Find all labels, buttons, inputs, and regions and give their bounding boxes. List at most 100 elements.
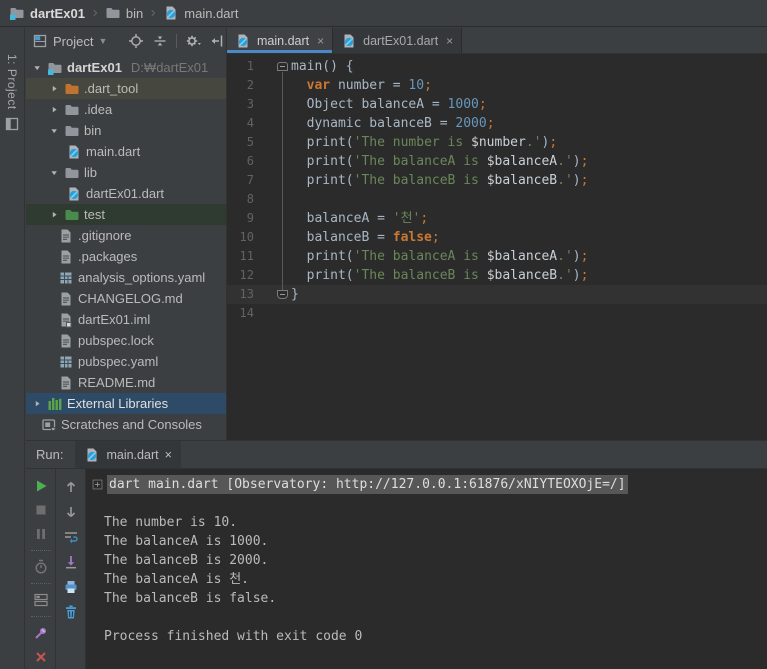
tree-item-label: dartEx01.dart bbox=[86, 186, 165, 201]
down-icon[interactable] bbox=[63, 504, 79, 520]
tree-item-.packages[interactable]: .packages bbox=[26, 246, 226, 267]
tree-item-label: .idea bbox=[84, 102, 113, 117]
console-line: The balanceA is 1000. bbox=[104, 534, 269, 549]
code-editor[interactable]: 1 main() {2 var number = 10; 3 Object bala… bbox=[227, 54, 767, 323]
code-line-9: 9 balanceA = '천'; bbox=[227, 209, 767, 228]
console-line: The number is 10. bbox=[104, 515, 238, 530]
breadcrumb-label: bin bbox=[125, 5, 144, 21]
clear-icon[interactable] bbox=[63, 604, 79, 620]
softwrap-icon[interactable] bbox=[63, 529, 79, 545]
tree-item-main.dart[interactable]: main.dart bbox=[26, 141, 226, 162]
tree-item-CHANGELOG.md[interactable]: CHANGELOG.md bbox=[26, 288, 226, 309]
fold-gutter bbox=[267, 304, 283, 323]
dart-icon bbox=[66, 186, 82, 202]
collapse-arrow-icon[interactable] bbox=[49, 81, 60, 97]
tab-close-icon[interactable]: × bbox=[317, 34, 324, 48]
collapse-arrow-icon[interactable] bbox=[49, 207, 60, 223]
fold-gutter bbox=[267, 209, 283, 228]
tree-item-label: test bbox=[84, 207, 105, 222]
timer-icon[interactable] bbox=[33, 559, 49, 575]
editor-area: main.dart × dartEx01.dart × 1 main() {2 var … bbox=[227, 28, 767, 440]
up-icon[interactable] bbox=[63, 479, 79, 495]
project-view-selector[interactable]: Project bbox=[53, 34, 93, 49]
console-line: Process finished with exit code 0 bbox=[104, 629, 363, 644]
expand-arrow-icon[interactable] bbox=[49, 165, 60, 181]
project-toolwindow-label: 1: Project bbox=[5, 54, 19, 110]
breadcrumb-main.dart[interactable]: main.dart bbox=[161, 3, 240, 23]
line-number: 10 bbox=[239, 230, 254, 244]
tree-item-dartEx01.dart[interactable]: dartEx01.dart bbox=[26, 183, 226, 204]
fold-start-icon[interactable] bbox=[277, 62, 288, 71]
breadcrumb-chevron-icon bbox=[145, 5, 161, 21]
editor-tab-label: main.dart bbox=[257, 33, 310, 48]
tree-item-README.md[interactable]: README.md bbox=[26, 372, 226, 393]
fold-expand-icon[interactable] bbox=[92, 479, 103, 490]
tab-close-icon[interactable]: × bbox=[446, 34, 453, 48]
rerun-icon[interactable] bbox=[33, 478, 49, 494]
layout-icon[interactable] bbox=[33, 592, 49, 608]
collapse-arrow-icon[interactable] bbox=[49, 102, 60, 118]
run-body: dart main.dart [Observatory: http://127.… bbox=[26, 468, 767, 669]
collapse-all-icon[interactable] bbox=[152, 33, 168, 49]
project-folder-icon bbox=[47, 60, 63, 76]
scratches-icon bbox=[41, 417, 57, 433]
run-tab-close-icon[interactable]: × bbox=[165, 448, 172, 462]
tree-item-ExternalLibraries[interactable]: External Libraries bbox=[26, 393, 226, 414]
chevron-down-icon[interactable]: ▼ bbox=[98, 36, 107, 46]
tree-item-analysis_options.yaml[interactable]: analysis_options.yaml bbox=[26, 267, 226, 288]
scroll-end-icon[interactable] bbox=[63, 554, 79, 570]
tree-item-path: D:₩dartEx01 bbox=[130, 60, 209, 75]
folder-icon bbox=[64, 165, 80, 181]
navigation-bar: dartEx01 bin main.dart bbox=[0, 0, 767, 27]
tree-item-bin[interactable]: bin bbox=[26, 120, 226, 141]
print-icon[interactable] bbox=[63, 579, 79, 595]
project-folder-icon bbox=[9, 5, 25, 21]
breadcrumb-dartEx01[interactable]: dartEx01 bbox=[7, 3, 87, 23]
fold-end-icon[interactable] bbox=[277, 290, 288, 299]
tree-item-label: dartEx01.iml bbox=[78, 312, 151, 327]
locate-icon[interactable] bbox=[128, 33, 144, 49]
tree-item-label: main.dart bbox=[86, 144, 141, 159]
project-panel-toolbar bbox=[128, 33, 225, 49]
editor-tab-dartEx01.dart[interactable]: dartEx01.dart × bbox=[333, 28, 463, 53]
tree-item-dartEx01.iml[interactable]: dartEx01.iml bbox=[26, 309, 226, 330]
tree-item-ScratchesandConsoles[interactable]: Scratches and Consoles bbox=[26, 414, 226, 435]
stop-icon[interactable] bbox=[33, 502, 49, 518]
gear-icon[interactable] bbox=[185, 33, 202, 49]
run-tab-main-dart[interactable]: main.dart × bbox=[75, 441, 181, 468]
toolbar-separator bbox=[30, 550, 51, 551]
code-line-12: 12 print('The balanceB is $balanceB.'); bbox=[227, 266, 767, 285]
tree-item-label: .dart_tool bbox=[84, 81, 139, 96]
tree-item-label: pubspec.lock bbox=[78, 333, 154, 348]
expand-arrow-icon[interactable] bbox=[49, 123, 60, 139]
tree-item-.dart_tool[interactable]: .dart_tool bbox=[26, 78, 226, 99]
tree-item-pubspec.lock[interactable]: pubspec.lock bbox=[26, 330, 226, 351]
console-toolbar bbox=[56, 469, 86, 669]
tree-item-.gitignore[interactable]: .gitignore bbox=[26, 225, 226, 246]
breadcrumb-bin[interactable]: bin bbox=[103, 3, 145, 23]
console-output[interactable]: dart main.dart [Observatory: http://127.… bbox=[86, 469, 767, 669]
console-command-text: dart main.dart [Observatory: http://127.… bbox=[107, 475, 628, 494]
external-libs-icon bbox=[47, 396, 63, 412]
collapse-arrow-icon[interactable] bbox=[32, 396, 43, 412]
fold-gutter bbox=[267, 114, 283, 133]
hide-panel-icon[interactable] bbox=[209, 33, 225, 49]
expand-arrow-icon[interactable] bbox=[32, 60, 43, 76]
pin-icon[interactable] bbox=[33, 625, 49, 641]
file-yaml-icon bbox=[58, 270, 74, 286]
project-panel: Project ▼ dartEx01 D:₩dartEx01 .dart_tool.… bbox=[26, 28, 227, 440]
close-x-icon[interactable] bbox=[33, 649, 49, 665]
dart-icon bbox=[66, 144, 82, 160]
pause-icon[interactable] bbox=[33, 526, 49, 542]
editor-tab-main.dart[interactable]: main.dart × bbox=[227, 28, 334, 53]
tree-item-.idea[interactable]: .idea bbox=[26, 99, 226, 120]
tree-item-dartEx01[interactable]: dartEx01 D:₩dartEx01 bbox=[26, 57, 226, 78]
sidebar-item-project-toolwindow[interactable]: 1: Project bbox=[0, 54, 24, 132]
code-line-7: 7 print('The balanceB is $balanceB.'); bbox=[227, 171, 767, 190]
tree-item-lib[interactable]: lib bbox=[26, 162, 226, 183]
tree-item-test[interactable]: test bbox=[26, 204, 226, 225]
tree-item-label: Scratches and Consoles bbox=[61, 417, 202, 432]
tree-item-pubspec.yaml[interactable]: pubspec.yaml bbox=[26, 351, 226, 372]
